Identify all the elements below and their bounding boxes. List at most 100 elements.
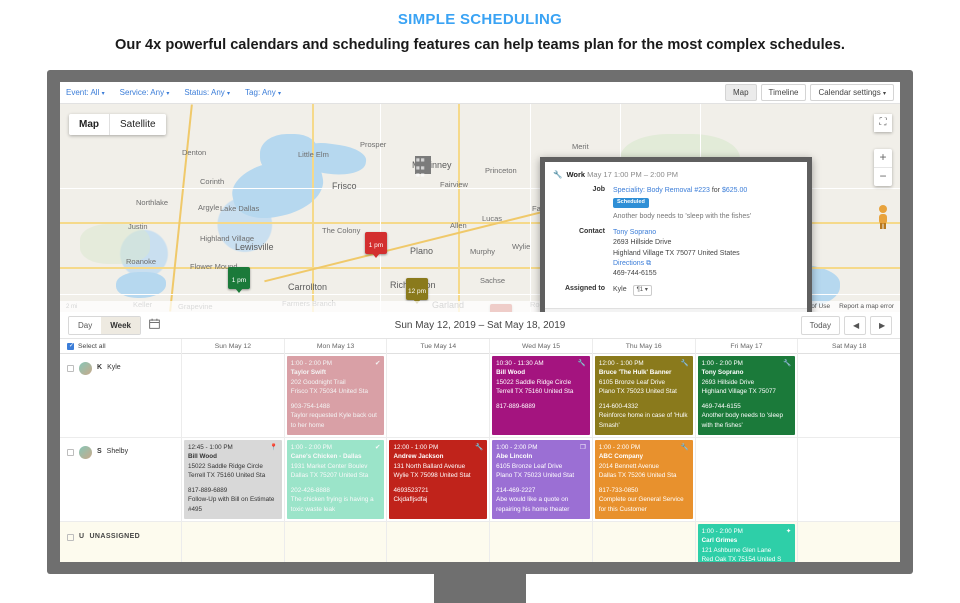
map-road: [169, 104, 193, 312]
calendar-cell[interactable]: [694, 438, 798, 521]
calendar-cell[interactable]: 10:30 - 11:30 AM Bill Wood 15022 Saddle Ri…: [489, 354, 592, 437]
resource-checkbox[interactable]: [67, 449, 74, 456]
event-address-line1: 131 North Ballard Avenue: [393, 462, 466, 470]
calendar-cell[interactable]: 1:00 - 2:00 PM Abe Lincoln 6105 Bronze Lea…: [489, 438, 592, 521]
filter-event[interactable]: Event: All ▾: [66, 88, 105, 97]
calendar-cell[interactable]: 12:00 - 1:00 PM Bruce 'The Hulk' Banner 61…: [591, 354, 695, 437]
event-customer-name: Cane's Chicken - Dallas: [290, 453, 362, 461]
select-all-checkbox[interactable]: [67, 342, 75, 350]
calendar-view-switcher[interactable]: Day Week: [68, 315, 141, 335]
calendar-event[interactable]: 1:00 - 2:00 PM Taylor Swift 202 Goodnight …: [286, 356, 385, 435]
event-address-line2: Wylie TX 75098 United Stat: [393, 472, 471, 480]
event-phone: 4693523721: [393, 486, 429, 494]
event-popup-title: 🔧 Work May 17 1:00 PM – 2:00 PM: [553, 170, 797, 179]
zoom-out-button[interactable]: −: [874, 168, 892, 186]
calendar-event[interactable]: 12:45 - 1:00 PM Bill Wood 15022 Saddle Rid…: [184, 440, 282, 519]
calendar-event[interactable]: 1:00 - 2:00 PM Carl Grimes 121 Ashburne Gl…: [697, 524, 796, 562]
select-all-cell[interactable]: Select all: [60, 342, 181, 350]
calendar-event[interactable]: 1:00 - 2:00 PM ABC Company 2014 Bennett Av…: [594, 440, 693, 519]
calendar-cell[interactable]: [181, 354, 284, 437]
timeline-view-button[interactable]: Timeline: [760, 84, 807, 101]
zoom-in-button[interactable]: +: [874, 149, 892, 167]
date-picker-icon[interactable]: [149, 318, 160, 332]
calendar-cell[interactable]: 1:00 - 2:00 PM Tony Soprano 2693 Hillside …: [694, 354, 798, 437]
day-view-button[interactable]: Day: [69, 316, 102, 334]
map-zoom-controls[interactable]: + −: [874, 149, 892, 186]
resource-initial: S: [97, 448, 102, 455]
chevron-down-icon: ▾: [644, 286, 648, 293]
prev-week-button[interactable]: ◀: [844, 315, 866, 335]
calendar-event[interactable]: 1:00 - 2:00 PM Cane's Chicken - Dallas 193…: [286, 440, 385, 519]
event-address-line2: Plano TX 75023 United Stat: [496, 472, 575, 480]
calendar-cell[interactable]: [489, 522, 592, 562]
calendar-cell[interactable]: [797, 438, 900, 521]
resource-rows: K Kyle 1:00 - 2:00 PM Taylor Swift 202 Goodn…: [60, 354, 900, 562]
directions-link[interactable]: Directions: [613, 260, 644, 267]
event-phone: 817-733-0850: [598, 486, 639, 494]
map-type-map[interactable]: Map: [69, 114, 109, 135]
map-report-link[interactable]: Report a map error: [839, 303, 894, 310]
calendar-settings-button[interactable]: Calendar settings ▾: [810, 84, 894, 101]
calendar-event[interactable]: 1:00 - 2:00 PM Tony Soprano 2693 Hillside …: [697, 356, 796, 435]
calendar-cell[interactable]: [283, 522, 387, 562]
calendar-event[interactable]: 1:00 - 2:00 PM Abe Lincoln 6105 Bronze Lea…: [492, 440, 590, 519]
event-contact-row: Contact Tony Soprano 2693 Hillside Drive…: [553, 228, 797, 279]
calendar-cell[interactable]: 1:00 - 2:00 PM ABC Company 2014 Bennett Av…: [591, 438, 695, 521]
calendar-event[interactable]: 10:30 - 11:30 AM Bill Wood 15022 Saddle Ri…: [492, 356, 590, 435]
calendar-event[interactable]: 12:00 - 1:00 PM Andrew Jackson 131 North B…: [389, 440, 488, 519]
calendar-cell[interactable]: 1:00 - 2:00 PM Cane's Chicken - Dallas 193…: [283, 438, 387, 521]
wrench-icon: 🔧: [577, 360, 586, 367]
calendar-cell[interactable]: 12:45 - 1:00 PM Bill Wood 15022 Saddle Rid…: [181, 438, 284, 521]
star-icon: ✦: [785, 528, 792, 535]
week-view-button[interactable]: Week: [101, 316, 140, 334]
today-button[interactable]: Today: [800, 315, 840, 335]
calendar-cell[interactable]: [797, 522, 900, 562]
calendar-event[interactable]: 12:00 - 1:00 PM Bruce 'The Hulk' Banner 61…: [594, 356, 693, 435]
map-event-marker[interactable]: K1 pm: [365, 232, 387, 258]
monitor-stand: [434, 574, 526, 603]
map-type-satellite[interactable]: Satellite: [110, 114, 166, 135]
event-detail-popup[interactable]: 🔧 Work May 17 1:00 PM – 2:00 PM Job Spec…: [540, 157, 812, 312]
resource-checkbox[interactable]: [67, 365, 74, 372]
resource-row-unassigned: U UNASSIGNED 1:00 - 2:00 PM Carl Grimes 121 …: [60, 522, 900, 562]
map-view-button[interactable]: Map: [724, 84, 757, 101]
calendar-cell[interactable]: 1:00 - 2:00 PM Carl Grimes 121 Ashburne Gl…: [694, 522, 798, 562]
calendar-cell[interactable]: [181, 522, 284, 562]
app-toolbar: Event: All ▾ Service: Any ▾ Status: Any …: [60, 82, 900, 104]
map-road: [312, 104, 314, 312]
external-link-icon: ⧉: [646, 259, 652, 267]
calendar-cell[interactable]: [386, 354, 489, 437]
map-type-switcher[interactable]: Map Satellite: [69, 114, 166, 135]
event-address-line2: Highland Village TX 75077: [701, 388, 776, 396]
filter-tag[interactable]: Tag: Any ▾: [245, 88, 281, 97]
filter-service[interactable]: Service: Any ▾: [120, 88, 170, 97]
next-week-button[interactable]: ▶: [870, 315, 892, 335]
calendar-cell[interactable]: [797, 354, 900, 437]
event-phone: 214-469-2227: [496, 486, 536, 494]
job-link[interactable]: Speciality: Body Removal #223: [613, 187, 710, 194]
event-customer-name: Bill Wood: [188, 453, 217, 461]
calendar-cell[interactable]: [386, 522, 489, 562]
calendar-cell[interactable]: 12:00 - 1:00 PM Andrew Jackson 131 North B…: [386, 438, 489, 521]
contact-address-line1: 2693 Hillside Drive: [613, 239, 672, 247]
calendar-cell[interactable]: 1:00 - 2:00 PM Taylor Swift 202 Goodnight …: [283, 354, 387, 437]
contact-name[interactable]: Tony Soprano: [613, 228, 797, 238]
map-city-label: Sachse: [480, 276, 506, 285]
event-time: 12:00 - 1:00 PM: [393, 444, 439, 451]
building-icon-rows: ▦▦: [416, 164, 426, 170]
assigned-count-dropdown[interactable]: ¶1 ▾: [632, 284, 652, 296]
calendar-cell[interactable]: [591, 522, 695, 562]
filter-status[interactable]: Status: Any ▾: [184, 88, 230, 97]
map-event-marker[interactable]: K1 pm: [228, 267, 250, 293]
calendar-settings-label: Calendar settings: [818, 88, 881, 97]
map-city-label: Murphy: [470, 247, 496, 256]
event-time: 1:00 - 2:00 PM: [496, 444, 538, 451]
filter-event-label: Event: All: [66, 88, 100, 97]
map-panel[interactable]: Denton Prosper Merit McKinney Princeton Corin…: [60, 104, 900, 312]
pegman-icon[interactable]: [874, 204, 892, 230]
toolbar-right-group: Map Timeline Calendar settings ▾: [724, 84, 894, 101]
map-event-marker[interactable]: K 12 pm: [406, 278, 428, 304]
resource-checkbox[interactable]: [67, 534, 74, 541]
job-label: Job: [592, 186, 605, 193]
fullscreen-icon[interactable]: ⛶: [874, 114, 892, 132]
